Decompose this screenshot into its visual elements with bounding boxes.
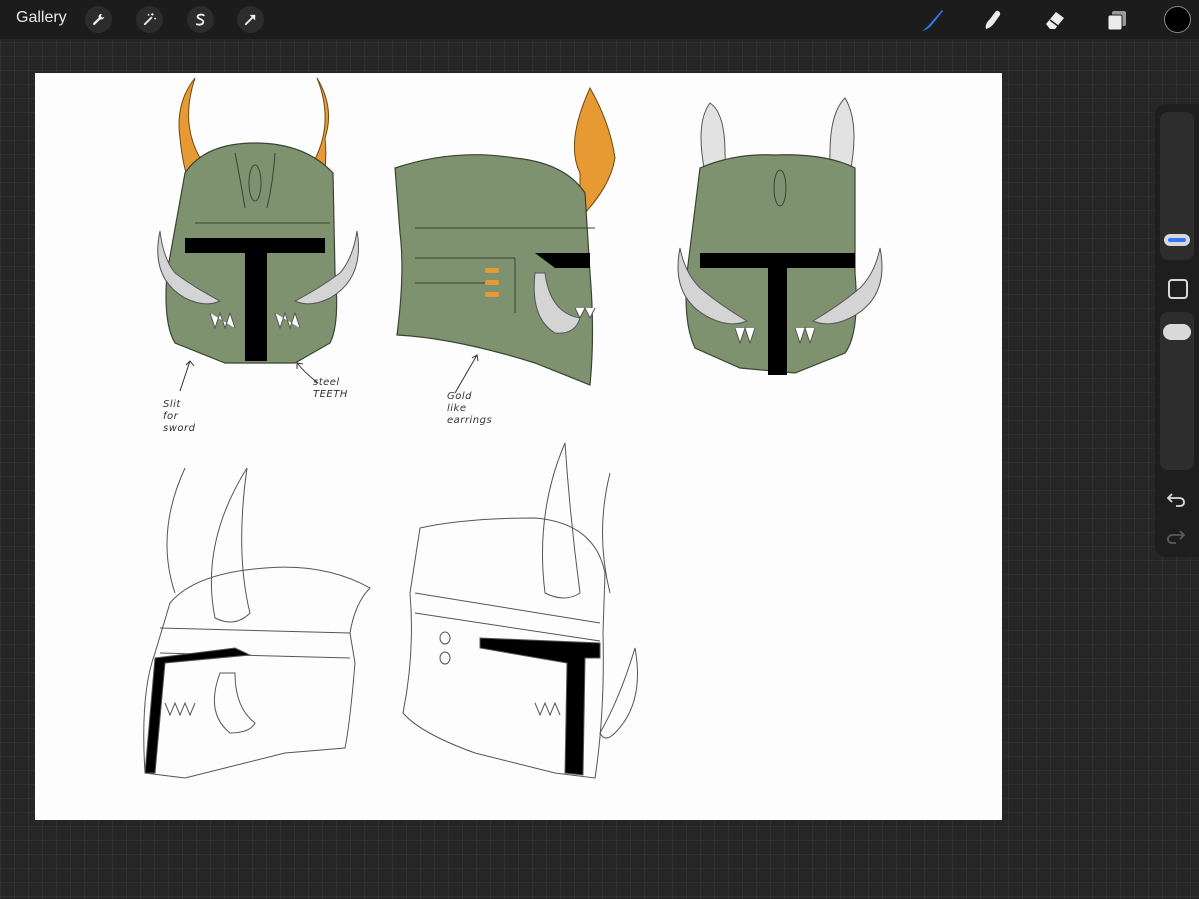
color-picker-button[interactable] [1164,6,1191,33]
helmet-side-view [394,86,616,386]
brush-icon[interactable] [917,5,947,35]
helmet-front-gray-horns [677,97,883,375]
opacity-thumb[interactable] [1163,324,1191,340]
transform-arrow-icon[interactable] [237,6,264,33]
modify-square-icon[interactable] [1168,279,1188,299]
annotation-steel-teeth: steel TEETH [313,377,348,400]
helmet-sketch-left [143,467,371,779]
helmet-sketch-right [402,442,638,779]
top-toolbar: Gallery [0,0,1199,39]
annotation-gold-earrings: Gold like earrings [447,391,493,426]
brush-size-thumb[interactable] [1164,234,1190,246]
annotation-slit-for-sword: Slit for sword [163,399,196,434]
magic-wand-icon[interactable] [136,6,163,33]
selection-icon[interactable] [187,6,214,33]
brush-opacity-slider[interactable] [1160,312,1194,470]
drawing-canvas[interactable]: Slit for sword steel TEETH Gold like ear… [35,73,1002,820]
eraser-icon[interactable] [1040,5,1070,35]
helmet-sketches [143,77,883,779]
gallery-button[interactable]: Gallery [16,9,67,27]
smudge-icon[interactable] [978,5,1008,35]
layers-icon[interactable] [1102,5,1132,35]
redo-icon[interactable] [1166,526,1186,551]
right-sidebar [1155,104,1199,557]
undo-icon[interactable] [1166,489,1186,514]
wrench-icon[interactable] [85,6,112,33]
brush-size-slider[interactable] [1160,112,1194,260]
helmet-front-orange-horns [157,77,359,364]
